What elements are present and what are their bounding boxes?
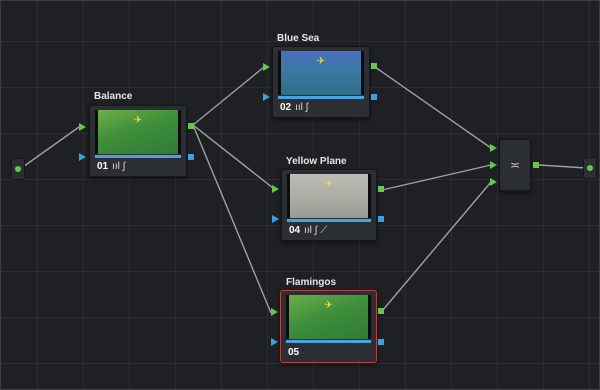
wire-blue-sea-to-mixer xyxy=(374,66,492,149)
node-number: 01 xyxy=(97,161,109,172)
wire-balance-to-yellow-plane xyxy=(192,124,274,189)
layer-mixer-node[interactable]: ≍ xyxy=(499,139,531,191)
source-output-dot[interactable] xyxy=(15,166,21,172)
blue-sea-rgb-output[interactable] xyxy=(371,63,377,69)
node-yellow-plane[interactable]: ✈ 04 ııl ∫ ⟋ xyxy=(281,169,377,241)
wire-mixer-to-output xyxy=(538,164,587,169)
flamingos-alpha-input[interactable] xyxy=(271,338,278,346)
node-tools-icons: ııl ∫ xyxy=(295,102,309,113)
flamingos-rgb-output[interactable] xyxy=(378,308,384,314)
plane-icon: ✈ xyxy=(324,300,333,311)
node-label-balance: 01 ııl ∫ xyxy=(97,161,125,172)
node-key-bar xyxy=(95,155,181,158)
plane-icon: ✈ xyxy=(316,56,326,67)
node-title-yellow-plane: Yellow Plane xyxy=(286,156,347,167)
wire-source-to-balance xyxy=(19,126,80,170)
node-label-yellow-plane: 04 ııl ∫ ⟋ xyxy=(289,225,327,236)
blue-sea-alpha-input[interactable] xyxy=(263,93,270,101)
node-thumbnail: ✈ xyxy=(278,51,364,95)
node-title-balance: Balance xyxy=(94,91,133,102)
blue-sea-alpha-output[interactable] xyxy=(371,94,377,100)
balance-alpha-output[interactable] xyxy=(188,154,194,160)
node-key-bar xyxy=(278,96,364,99)
flamingos-alpha-output[interactable] xyxy=(378,339,384,345)
node-title-blue-sea: Blue Sea xyxy=(277,33,320,44)
flamingos-rgb-input[interactable] xyxy=(271,308,278,316)
wire-flamingos-to-mixer xyxy=(381,181,492,312)
node-flamingos[interactable]: ✈ 05 xyxy=(280,290,377,363)
balance-rgb-output[interactable] xyxy=(188,123,194,129)
node-thumbnail: ✈ xyxy=(95,110,181,154)
mixer-input-1[interactable] xyxy=(490,144,497,152)
node-number: 04 xyxy=(289,225,301,236)
plane-icon: ✈ xyxy=(133,115,143,126)
node-tools-icons: ııl ∫ ⟋ xyxy=(304,225,328,236)
node-label-flamingos: 05 xyxy=(288,347,299,358)
node-balance[interactable]: ✈ 01 ııl ∫ xyxy=(89,105,187,177)
node-editor-canvas[interactable]: Balance ✈ 01 ııl ∫ Blue Sea ✈ 02 ııl ∫ Yel… xyxy=(0,0,600,390)
node-title-flamingos: Flamingos xyxy=(286,277,337,288)
node-number: 05 xyxy=(288,347,300,358)
node-thumbnail: ✈ xyxy=(286,295,371,339)
node-key-bar xyxy=(286,340,371,343)
balance-alpha-input[interactable] xyxy=(79,153,86,161)
mixer-input-2[interactable] xyxy=(490,161,497,169)
mixer-output[interactable] xyxy=(533,162,539,168)
wire-balance-to-flamingos xyxy=(192,124,272,314)
mixer-input-3[interactable] xyxy=(490,178,497,186)
node-key-bar xyxy=(287,219,371,222)
yellow-plane-alpha-input[interactable] xyxy=(272,215,279,223)
source-input-node[interactable] xyxy=(11,158,25,180)
node-label-blue-sea: 02 ııl ∫ xyxy=(280,102,308,113)
node-blue-sea[interactable]: ✈ 02 ııl ∫ xyxy=(272,46,370,118)
balance-rgb-input[interactable] xyxy=(79,123,86,131)
final-output-node[interactable] xyxy=(583,157,597,179)
plane-icon: ✈ xyxy=(324,179,334,190)
node-tools-icons: ııl ∫ xyxy=(112,161,126,172)
wire-balance-to-blue-sea xyxy=(192,66,265,126)
node-thumbnail: ✈ xyxy=(287,174,371,218)
blue-sea-rgb-input[interactable] xyxy=(263,63,270,71)
yellow-plane-rgb-output[interactable] xyxy=(378,186,384,192)
yellow-plane-rgb-input[interactable] xyxy=(272,185,279,193)
node-number: 02 xyxy=(280,102,292,113)
layer-mixer-icon: ≍ xyxy=(509,158,521,172)
yellow-plane-alpha-output[interactable] xyxy=(378,216,384,222)
wire-yellow-plane-to-mixer xyxy=(381,164,492,191)
final-output-dot[interactable] xyxy=(587,165,593,171)
